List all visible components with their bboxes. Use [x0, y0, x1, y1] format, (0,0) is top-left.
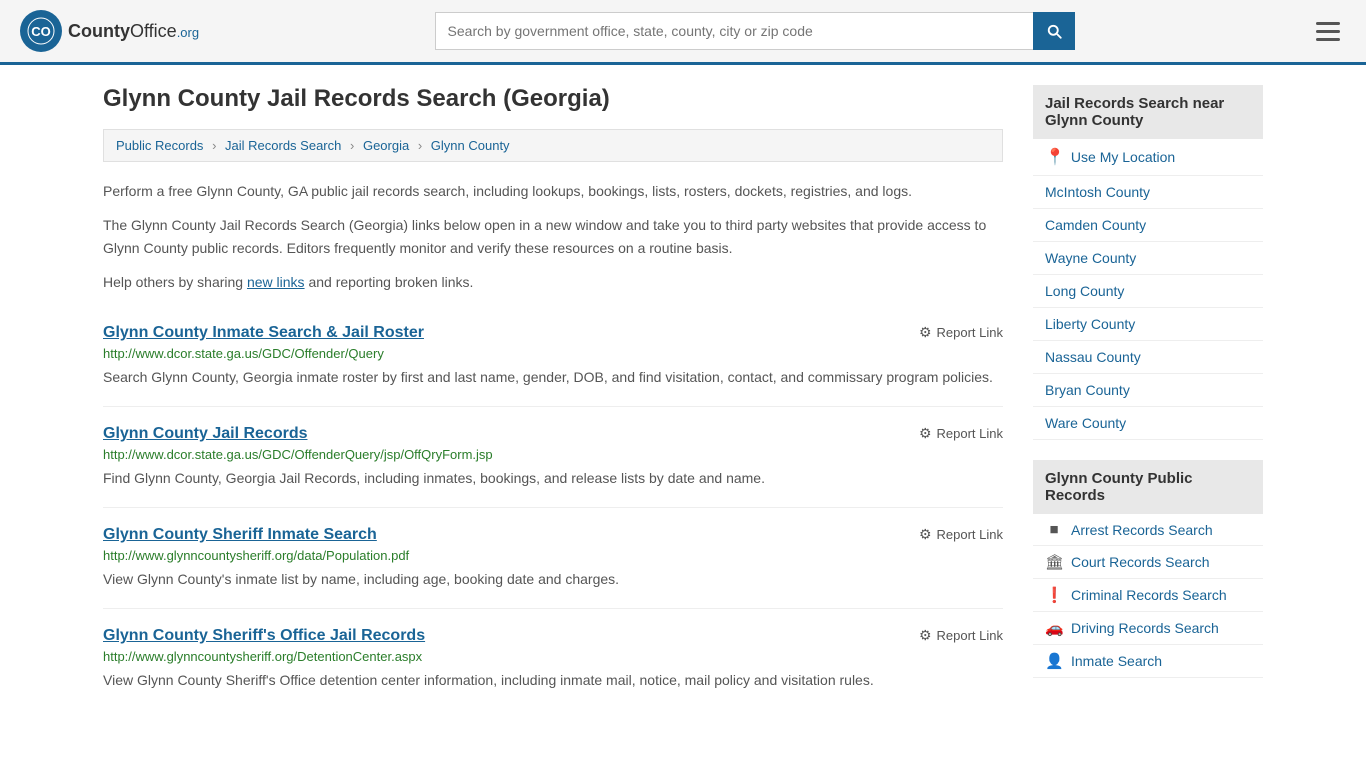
report-icon: ⚙ — [919, 425, 932, 442]
search-button[interactable] — [1033, 12, 1075, 50]
use-location-button[interactable]: 📍 Use My Location — [1033, 139, 1263, 176]
court-records-link[interactable]: Court Records Search — [1071, 554, 1210, 570]
search-input[interactable] — [435, 12, 1033, 50]
breadcrumb: Public Records › Jail Records Search › G… — [103, 129, 1003, 162]
breadcrumb-sep: › — [212, 138, 216, 153]
list-item: ■ Arrest Records Search — [1033, 514, 1263, 546]
court-icon: 🏛 — [1045, 553, 1063, 571]
nearby-title: Jail Records Search near Glynn County — [1033, 85, 1263, 139]
list-item: 🏛 Court Records Search — [1033, 546, 1263, 579]
inmate-icon: 👤 — [1045, 652, 1063, 670]
main-content: Glynn County Jail Records Search (Georgi… — [103, 85, 1003, 709]
result-item: Glynn County Sheriff's Office Jail Recor… — [103, 609, 1003, 709]
result-title-3[interactable]: Glynn County Sheriff Inmate Search — [103, 526, 377, 544]
menu-line — [1316, 38, 1340, 41]
intro-description: Perform a free Glynn County, GA public j… — [103, 180, 1003, 202]
breadcrumb-sep: › — [350, 138, 354, 153]
search-area — [435, 12, 1075, 50]
result-title-1[interactable]: Glynn County Inmate Search & Jail Roster — [103, 324, 424, 342]
result-title-4[interactable]: Glynn County Sheriff's Office Jail Recor… — [103, 627, 425, 645]
nearby-counties-list: McIntosh County Camden County Wayne Coun… — [1033, 176, 1263, 440]
arrest-icon: ■ — [1045, 521, 1063, 538]
breadcrumb-jail-records-search[interactable]: Jail Records Search — [225, 138, 341, 153]
site-header: CO CountyOffice.org — [0, 0, 1366, 65]
report-icon: ⚙ — [919, 627, 932, 644]
result-header: Glynn County Inmate Search & Jail Roster… — [103, 324, 1003, 342]
sidebar-county-bryan[interactable]: Bryan County — [1033, 374, 1263, 406]
list-item: Bryan County — [1033, 374, 1263, 407]
help-description: Help others by sharing new links and rep… — [103, 271, 1003, 293]
logo-icon: CO — [20, 10, 62, 52]
report-icon: ⚙ — [919, 526, 932, 543]
list-item: McIntosh County — [1033, 176, 1263, 209]
list-item: Long County — [1033, 275, 1263, 308]
breadcrumb-sep: › — [418, 138, 422, 153]
list-item: Liberty County — [1033, 308, 1263, 341]
list-item: 🚗 Driving Records Search — [1033, 612, 1263, 645]
sidebar-county-ware[interactable]: Ware County — [1033, 407, 1263, 439]
report-icon: ⚙ — [919, 324, 932, 341]
report-link-2[interactable]: ⚙ Report Link — [919, 425, 1003, 442]
result-url-2[interactable]: http://www.dcor.state.ga.us/GDC/Offender… — [103, 447, 1003, 462]
result-desc-2: Find Glynn County, Georgia Jail Records,… — [103, 468, 1003, 489]
result-header: Glynn County Sheriff Inmate Search ⚙ Rep… — [103, 526, 1003, 544]
result-item: Glynn County Jail Records ⚙ Report Link … — [103, 407, 1003, 508]
menu-line — [1316, 22, 1340, 25]
public-records-section: Glynn County Public Records ■ Arrest Rec… — [1033, 460, 1263, 678]
search-icon — [1045, 22, 1063, 40]
list-item: Wayne County — [1033, 242, 1263, 275]
list-item: Ware County — [1033, 407, 1263, 440]
location-pin-icon: 📍 — [1045, 147, 1065, 167]
sidebar-county-wayne[interactable]: Wayne County — [1033, 242, 1263, 274]
sidebar-county-nassau[interactable]: Nassau County — [1033, 341, 1263, 373]
result-header: Glynn County Sheriff's Office Jail Recor… — [103, 627, 1003, 645]
list-item: Camden County — [1033, 209, 1263, 242]
result-header: Glynn County Jail Records ⚙ Report Link — [103, 425, 1003, 443]
arrest-records-link[interactable]: Arrest Records Search — [1071, 522, 1213, 538]
list-item: Nassau County — [1033, 341, 1263, 374]
list-item: ❗ Criminal Records Search — [1033, 579, 1263, 612]
public-records-title: Glynn County Public Records — [1033, 460, 1263, 514]
result-item: Glynn County Inmate Search & Jail Roster… — [103, 306, 1003, 407]
result-url-3[interactable]: http://www.glynncountysheriff.org/data/P… — [103, 548, 1003, 563]
sidebar-county-mcintosh[interactable]: McIntosh County — [1033, 176, 1263, 208]
menu-line — [1316, 30, 1340, 33]
new-links-link[interactable]: new links — [247, 274, 305, 290]
sidebar-county-camden[interactable]: Camden County — [1033, 209, 1263, 241]
result-item: Glynn County Sheriff Inmate Search ⚙ Rep… — [103, 508, 1003, 609]
svg-text:CO: CO — [31, 24, 51, 39]
report-link-3[interactable]: ⚙ Report Link — [919, 526, 1003, 543]
report-link-1[interactable]: ⚙ Report Link — [919, 324, 1003, 341]
result-desc-3: View Glynn County's inmate list by name,… — [103, 569, 1003, 590]
result-url-4[interactable]: http://www.glynncountysheriff.org/Detent… — [103, 649, 1003, 664]
main-container: Glynn County Jail Records Search (Georgi… — [83, 65, 1283, 729]
sidebar-county-liberty[interactable]: Liberty County — [1033, 308, 1263, 340]
logo-area: CO CountyOffice.org — [20, 10, 199, 52]
driving-icon: 🚗 — [1045, 619, 1063, 637]
result-desc-1: Search Glynn County, Georgia inmate rost… — [103, 367, 1003, 388]
page-title: Glynn County Jail Records Search (Georgi… — [103, 85, 1003, 113]
criminal-icon: ❗ — [1045, 586, 1063, 604]
report-link-4[interactable]: ⚙ Report Link — [919, 627, 1003, 644]
result-url-1[interactable]: http://www.dcor.state.ga.us/GDC/Offender… — [103, 346, 1003, 361]
hamburger-menu-button[interactable] — [1310, 16, 1346, 47]
detail-description: The Glynn County Jail Records Search (Ge… — [103, 214, 1003, 259]
results-list: Glynn County Inmate Search & Jail Roster… — [103, 306, 1003, 709]
sidebar-county-long[interactable]: Long County — [1033, 275, 1263, 307]
result-desc-4: View Glynn County Sheriff's Office deten… — [103, 670, 1003, 691]
sidebar: Jail Records Search near Glynn County 📍 … — [1033, 85, 1263, 709]
criminal-records-link[interactable]: Criminal Records Search — [1071, 587, 1227, 603]
breadcrumb-public-records[interactable]: Public Records — [116, 138, 203, 153]
inmate-search-link[interactable]: Inmate Search — [1071, 653, 1162, 669]
breadcrumb-glynn-county[interactable]: Glynn County — [431, 138, 510, 153]
driving-records-link[interactable]: Driving Records Search — [1071, 620, 1219, 636]
logo-text: CountyOffice.org — [68, 21, 199, 42]
nearby-section: Jail Records Search near Glynn County 📍 … — [1033, 85, 1263, 440]
breadcrumb-georgia[interactable]: Georgia — [363, 138, 409, 153]
list-item: 👤 Inmate Search — [1033, 645, 1263, 678]
result-title-2[interactable]: Glynn County Jail Records — [103, 425, 307, 443]
